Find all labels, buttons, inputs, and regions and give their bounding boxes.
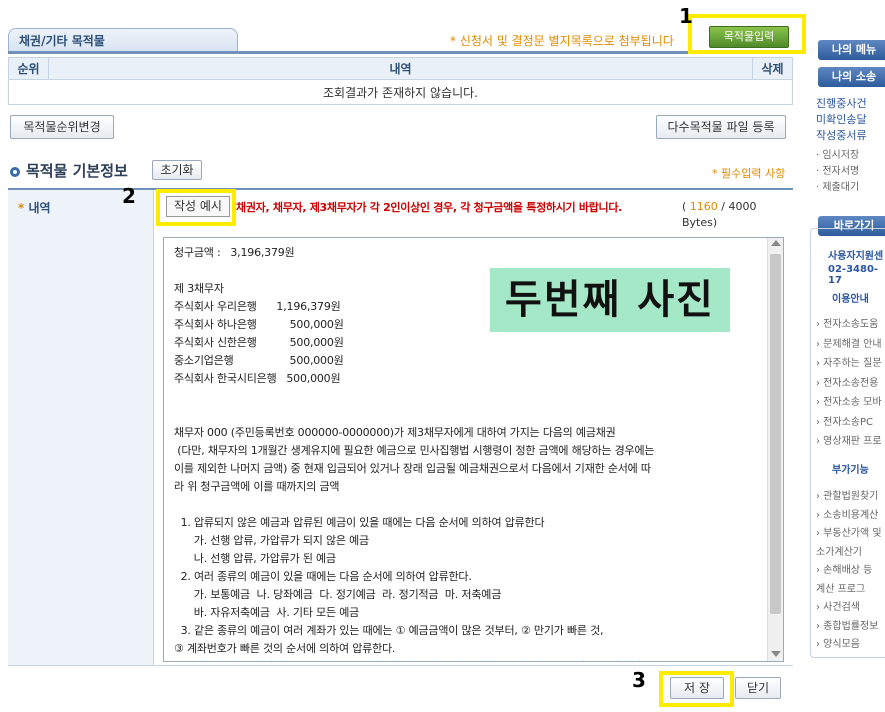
empty-message: 조회결과가 존재하지 않습니다. bbox=[8, 79, 793, 105]
sidebar-link-drafting[interactable]: 작성중서류 bbox=[816, 127, 867, 143]
tab-underline bbox=[8, 51, 793, 54]
sidebar-item-pending[interactable]: · 제출대기 bbox=[816, 178, 859, 193]
textarea-line: (다만, 채무자의 1개월간 생계유지에 필요한 예금으로 민사집행법 시행령이… bbox=[174, 444, 655, 457]
sidebar-extra-item[interactable]: › 소송비용계산 bbox=[816, 506, 878, 521]
sidebar-extra-item[interactable]: › 손해배상 등 bbox=[816, 561, 872, 576]
column-rank: 순위 bbox=[8, 57, 49, 80]
textarea-line: 이를 제외한 나머지 금액) 중 현재 입금되어 있거나 장래 입금될 예금채권… bbox=[174, 462, 651, 475]
textarea-line: 4. 제3채무자 송달일 기준으로 위 청구금액에 이르지 못하는 경우 장래 … bbox=[174, 658, 764, 661]
textarea-line bbox=[174, 496, 764, 514]
textarea-line: 바. 자유저축예금 사. 기타 모든 예금 bbox=[174, 606, 360, 619]
textarea-scrollbar[interactable] bbox=[767, 238, 783, 661]
my-lawsuit-tab[interactable]: 나의 소송 bbox=[818, 67, 885, 87]
textarea-line bbox=[174, 388, 764, 406]
usage-guide-title: 이용안내 bbox=[832, 294, 869, 305]
target-table: 순위 내역 삭제 조회결과가 존재하지 않습니다. bbox=[8, 57, 793, 105]
sidebar-extra-item[interactable]: › 관할법원찾기 bbox=[816, 487, 878, 502]
sidebar-usage-item[interactable]: › 전자소송도움 bbox=[816, 315, 878, 330]
reorder-button[interactable]: 목적물순위변경 bbox=[10, 115, 114, 139]
textarea-line: 3. 같은 종류의 예금이 여러 계좌가 있는 때에는 ① 예금금액이 많은 것… bbox=[174, 624, 604, 637]
textarea-line: 중소기업은행 500,000원 bbox=[174, 354, 344, 367]
textarea-line: 청구금액 : 3,196,379원 bbox=[174, 246, 295, 259]
add-target-button[interactable]: 목적물입력 bbox=[709, 26, 789, 48]
label-column bbox=[8, 190, 154, 665]
required-note: * 필수입력 사항 bbox=[712, 167, 786, 180]
warning-text: 채권자, 채무자, 제3채무자가 각 2인이상인 경우, 각 청구금액을 특정하… bbox=[236, 201, 623, 214]
scroll-up-icon[interactable] bbox=[771, 240, 781, 246]
right-sidebar: 나의 메뉴 나의 소송 진행중사건 미확인송달 작성중서류 · 임시저장 · 전… bbox=[810, 0, 885, 712]
textarea-line: 가. 선행 압류, 가압류가 되지 않은 예금 bbox=[174, 534, 369, 547]
sidebar-usage-item[interactable]: › 영상재판 프로 bbox=[816, 432, 882, 447]
byte-counter: ( 1160 / 4000 Bytes) bbox=[682, 200, 757, 229]
section-title: 목적물 기본정보 bbox=[10, 160, 128, 181]
example-button[interactable]: 작성 예시 bbox=[166, 196, 230, 217]
textarea-line: 가. 보통예금 나. 당좌예금 다. 정기예금 라. 정기적금 마. 저축예금 bbox=[174, 588, 502, 601]
sidebar-usage-item[interactable]: › 전자소송 모바 bbox=[816, 393, 882, 408]
sidebar-extra-item[interactable]: › 양식모음 bbox=[816, 635, 860, 650]
textarea-line: 채무자 000 (주민등록번호 000000-0000000)가 제3채무자에게… bbox=[174, 426, 616, 439]
sidebar-extra-item[interactable]: 소가계산기 bbox=[816, 543, 862, 558]
scroll-down-icon[interactable] bbox=[771, 651, 781, 657]
bulk-upload-button[interactable]: 다수목적물 파일 등록 bbox=[656, 115, 786, 139]
overlay-caption: 두번째 사진 bbox=[490, 268, 730, 332]
sidebar-item-sign[interactable]: · 전자서명 bbox=[816, 162, 859, 177]
sidebar-usage-item[interactable]: › 전자소송전용 bbox=[816, 374, 878, 389]
column-delete: 삭제 bbox=[752, 57, 793, 80]
attachment-notice: * 신청서 및 결정문 별지목록으로 첨부됩니다 bbox=[450, 34, 674, 48]
textarea-line: 나. 선행 압류, 가압류가 된 예금 bbox=[174, 552, 336, 565]
textarea-line: 라 위 청구금액에 이를 때까지의 금액 bbox=[174, 480, 340, 493]
textarea-line: 2. 여러 종류의 예금이 있을 때에는 다음 순서에 의하여 압류한다. bbox=[174, 570, 472, 583]
marker-1: 1 bbox=[679, 4, 693, 28]
support-phone: 02-3480-17 bbox=[828, 264, 879, 286]
sidebar-extra-item[interactable]: › 부동산가액 및 bbox=[816, 524, 882, 539]
sidebar-link-ongoing[interactable]: 진행중사건 bbox=[816, 95, 867, 111]
support-center: 사용자지원센 bbox=[828, 251, 884, 262]
reset-button[interactable]: 초기화 bbox=[152, 160, 202, 180]
sidebar-usage-item[interactable]: › 문제해결 안내 bbox=[816, 335, 882, 350]
sidebar-item-temp[interactable]: · 임시저장 bbox=[816, 146, 859, 161]
sidebar-extra-item[interactable]: 계산 프로그 bbox=[816, 580, 865, 595]
sidebar-extra-item[interactable]: › 사건검색 bbox=[816, 598, 860, 613]
textarea-line: 주식회사 한국시티은행 500,000원 bbox=[174, 372, 341, 385]
textarea-line: 주식회사 신한은행 500,000원 bbox=[174, 336, 344, 349]
marker-2: 2 bbox=[122, 184, 136, 208]
marker-3: 3 bbox=[632, 668, 646, 692]
bullet-icon bbox=[10, 166, 20, 177]
extra-functions-title: 부가기능 bbox=[832, 465, 869, 476]
textarea-line bbox=[174, 406, 764, 424]
scroll-thumb[interactable] bbox=[770, 254, 781, 614]
textarea-line: ③ 계좌번호가 빠른 것의 순서에 의하여 압류한다. bbox=[174, 642, 396, 655]
textarea-line: 1. 압류되지 않은 예금과 압류된 예금이 있을 때에는 다음 순서에 의하여… bbox=[174, 516, 545, 529]
column-details: 내역 bbox=[48, 57, 753, 80]
sidebar-usage-item[interactable]: › 자주하는 질문 bbox=[816, 354, 882, 369]
my-menu-tab[interactable]: 나의 메뉴 bbox=[818, 40, 885, 60]
sidebar-link-unconfirmed[interactable]: 미확인송달 bbox=[816, 111, 867, 127]
save-button[interactable]: 저 장 bbox=[670, 677, 724, 699]
sidebar-usage-item[interactable]: › 전자소송PC bbox=[816, 413, 873, 428]
tab-bond-target: 채권/기타 목적물 bbox=[8, 28, 238, 52]
field-label: * 내역 bbox=[18, 201, 51, 215]
close-button[interactable]: 닫기 bbox=[735, 677, 781, 699]
sidebar-extra-item[interactable]: › 종합법률정보 bbox=[816, 617, 878, 632]
